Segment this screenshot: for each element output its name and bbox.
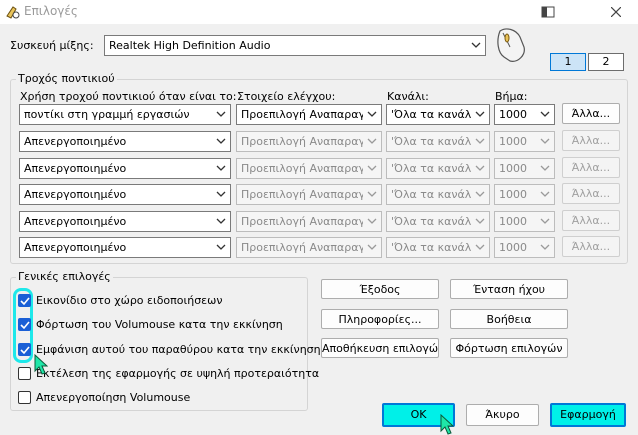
header-control: Στοιχείο ελέγχου: <box>237 90 336 103</box>
info-button[interactable]: Πληροφορίες... <box>321 309 439 329</box>
wheel-control-select[interactable]: Προεπιλογή Αναπαραγωγ <box>236 104 382 125</box>
disable-volumouse-label: Απενεργοποίηση Volumouse <box>36 391 191 404</box>
chevron-down-icon <box>475 165 485 171</box>
chevron-down-icon <box>540 244 550 250</box>
save-options-button[interactable]: Αποθήκευση επιλογών <box>321 338 439 358</box>
wheel-channel-select: 'Όλα τα κανάλια <box>386 211 490 232</box>
help-button[interactable]: Βοήθεια <box>450 309 568 329</box>
chevron-down-icon <box>475 244 485 250</box>
load-on-startup-checkbox[interactable] <box>18 318 31 331</box>
general-options-group-title: Γενικές επιλογές <box>16 270 113 283</box>
disable-volumouse-checkbox[interactable] <box>18 391 31 404</box>
chevron-down-icon <box>367 111 377 117</box>
chevron-down-icon <box>475 111 485 117</box>
chevron-down-icon <box>367 165 377 171</box>
volume-button[interactable]: Ένταση ήχου <box>450 279 568 299</box>
wheel-control-select: Προεπιλογή Αναπαραγωγ <box>236 158 382 179</box>
chevron-down-icon <box>216 244 226 250</box>
context-help-icon[interactable] <box>536 2 560 22</box>
wheel-more-button: Άλλα... <box>562 210 620 231</box>
window-title: Επιλογές <box>24 4 78 18</box>
tab-page-1[interactable]: 1 <box>550 53 586 71</box>
wheel-use-select[interactable]: ποντίκι στη γραμμή εργασιών <box>19 104 231 125</box>
wheel-channel-select: 'Όλα τα κανάλια <box>386 237 490 258</box>
tray-icon-checkbox[interactable] <box>18 294 31 307</box>
header-channel: Κανάλι: <box>387 90 429 103</box>
mouse-cursor-icon <box>34 354 48 375</box>
title-bar: Επιλογές <box>0 0 638 24</box>
wheel-use-select[interactable]: Απενεργοποιημένο <box>19 158 231 179</box>
chevron-down-icon <box>540 165 550 171</box>
wheel-channel-select: 'Όλα τα κανάλια <box>386 158 490 179</box>
wheel-channel-select[interactable]: 'Όλα τα κανάλια <box>386 104 490 125</box>
chevron-down-icon <box>475 191 485 197</box>
mouse-cursor-icon <box>440 414 454 435</box>
wheel-control-select: Προεπιλογή Αναπαραγωγ <box>236 184 382 205</box>
checkmark-icon <box>20 346 30 355</box>
exit-button[interactable]: Έξοδος <box>321 279 439 299</box>
wheel-use-select[interactable]: Απενεργοποιημένο <box>19 131 231 152</box>
chevron-down-icon <box>367 191 377 197</box>
wheel-channel-select: 'Όλα τα κανάλια <box>386 184 490 205</box>
checkmark-icon <box>20 297 30 306</box>
chevron-down-icon <box>471 42 481 48</box>
wheel-channel-select: 'Όλα τα κανάλια <box>386 131 490 152</box>
chevron-down-icon <box>540 138 550 144</box>
wheel-control-select: Προεπιλογή Αναπαραγωγ <box>236 131 382 152</box>
chevron-down-icon <box>367 244 377 250</box>
wheel-use-select[interactable]: Απενεργοποιημένο <box>19 237 231 258</box>
chevron-down-icon <box>216 165 226 171</box>
wheel-use-select[interactable]: Απενεργοποιημένο <box>19 211 231 232</box>
wheel-step-select[interactable]: 1000 <box>494 104 555 125</box>
tab-page-2[interactable]: 2 <box>588 53 624 71</box>
wheel-more-button: Άλλα... <box>562 183 620 204</box>
chevron-down-icon <box>367 218 377 224</box>
wheel-more-button: Άλλα... <box>562 157 620 178</box>
wheel-use-select[interactable]: Απενεργοποιημένο <box>19 184 231 205</box>
chevron-down-icon <box>216 191 226 197</box>
chevron-down-icon <box>216 138 226 144</box>
tray-icon-label: Εικονίδιο στο χώρο ειδοποιήσεων <box>36 294 223 307</box>
apply-button[interactable]: Εφαρμογή <box>550 403 626 427</box>
high-priority-label: Εκτέλεση της εφαρμογής σε υψηλή προτεραι… <box>36 367 320 380</box>
chevron-down-icon <box>475 218 485 224</box>
chevron-down-icon <box>540 191 550 197</box>
wheel-more-button: Άλλα... <box>562 130 620 151</box>
chevron-down-icon <box>216 218 226 224</box>
device-select[interactable]: Realtek High Definition Audio <box>104 35 486 56</box>
chevron-down-icon <box>540 218 550 224</box>
mouse-wheel-group-title: Τροχός ποντικιού <box>16 72 117 85</box>
show-window-on-startup-checkbox[interactable] <box>18 343 31 356</box>
chevron-down-icon <box>216 111 226 117</box>
load-on-startup-label: Φόρτωση του Volumouse κατα την εκκίνηση <box>36 318 283 331</box>
wheel-control-select: Προεπιλογή Αναπαραγωγ <box>236 237 382 258</box>
app-icon <box>6 6 20 19</box>
chevron-down-icon <box>540 111 550 117</box>
device-label: Συσκευή μίξης: <box>10 39 94 52</box>
wheel-step-select: 1000 <box>494 158 555 179</box>
wheel-step-select: 1000 <box>494 131 555 152</box>
wheel-step-select: 1000 <box>494 184 555 205</box>
header-use: Χρήση τροχού ποντικιού όταν είναι το: <box>20 90 237 103</box>
close-icon[interactable] <box>604 2 628 22</box>
show-window-on-startup-label: Εμφάνιση αυτού του παραθύρου κατα την εκ… <box>36 343 321 356</box>
checkmark-icon <box>20 321 30 330</box>
wheel-more-button[interactable]: Άλλα... <box>562 103 620 124</box>
header-step: Βήμα: <box>495 90 528 103</box>
wheel-step-select: 1000 <box>494 237 555 258</box>
mouse-icon <box>497 28 525 62</box>
chevron-down-icon <box>475 138 485 144</box>
cancel-button[interactable]: Άκυρο <box>466 404 539 426</box>
wheel-more-button: Άλλα... <box>562 236 620 257</box>
high-priority-checkbox[interactable] <box>18 367 31 380</box>
load-options-button[interactable]: Φόρτωση επιλογών <box>450 338 568 358</box>
wheel-step-select: 1000 <box>494 211 555 232</box>
chevron-down-icon <box>367 138 377 144</box>
wheel-control-select: Προεπιλογή Αναπαραγωγ <box>236 211 382 232</box>
